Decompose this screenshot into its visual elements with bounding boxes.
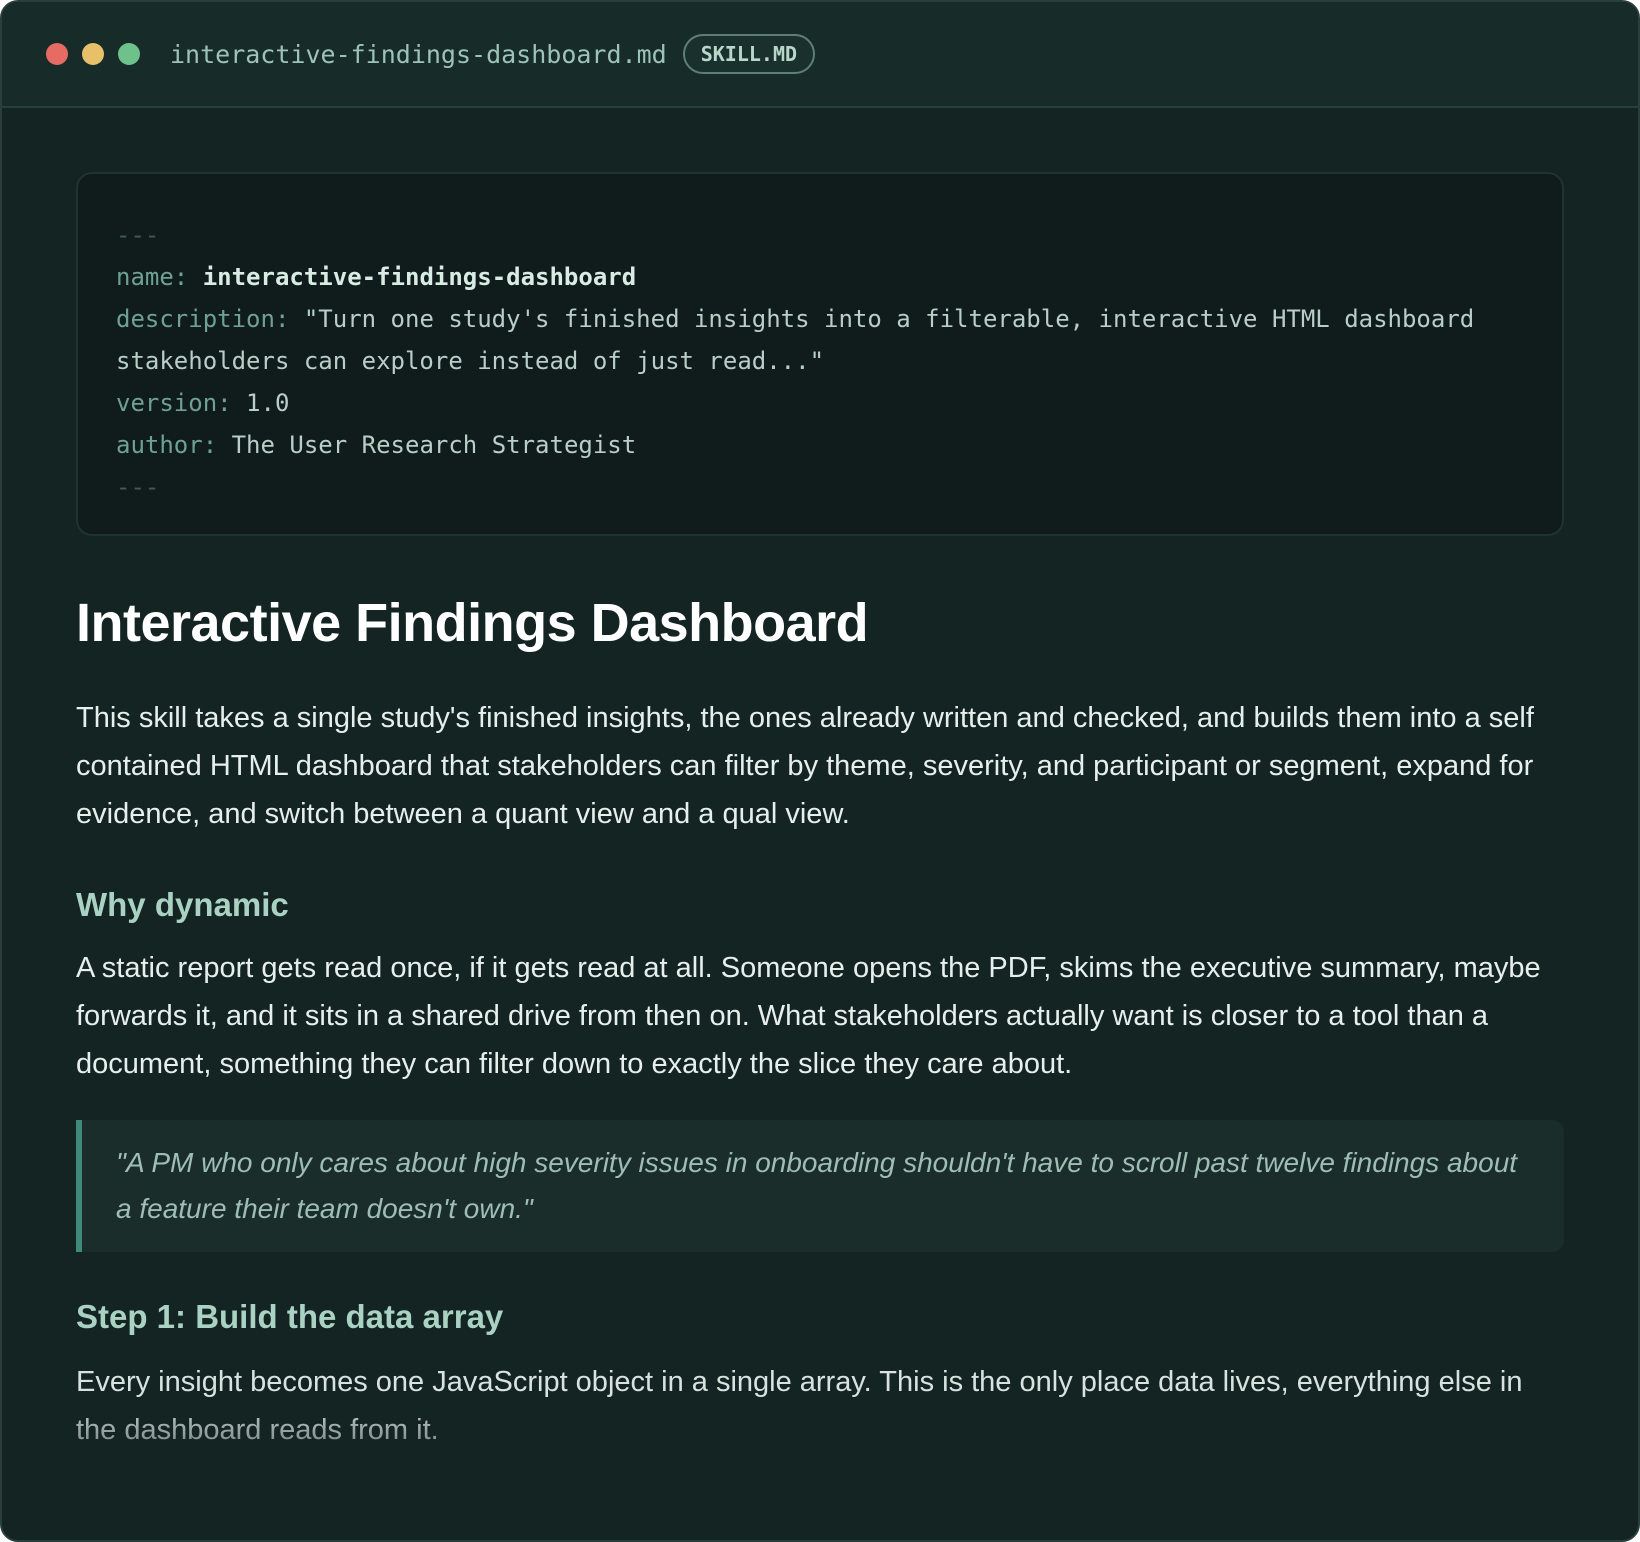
maximize-window-button[interactable] [118,43,140,65]
minimize-window-button[interactable] [82,43,104,65]
frontmatter-name-key: name: [116,263,189,291]
frontmatter-open-delimiter: --- [116,221,160,249]
frontmatter-description-value: "Turn one study's finished insights into… [116,305,1475,375]
document-content: --- name: interactive-findings-dashboard… [2,108,1638,1454]
frontmatter-name: name: interactive-findings-dashboard [116,256,1524,298]
frontmatter-author: author: The User Research Strategist [116,424,1524,466]
title-bar: interactive-findings-dashboard.md SKILL.… [2,2,1638,108]
editor-window: interactive-findings-dashboard.md SKILL.… [0,0,1640,1542]
frontmatter-version-key: version: [116,389,232,417]
frontmatter-author-key: author: [116,431,218,459]
frontmatter-version-value: 1.0 [246,389,290,417]
frontmatter-close-delimiter: --- [116,473,160,501]
pull-quote: "A PM who only cares about high severity… [76,1120,1564,1252]
intro-paragraph: This skill takes a single study's finish… [76,702,1534,830]
frontmatter-description-key: description: [116,305,290,333]
why-dynamic-paragraph: A static report gets read once, if it ge… [76,952,1541,1080]
step-1-heading: Step 1: Build the data array [76,1298,504,1335]
document-title: Interactive Findings Dashboard [76,593,869,653]
step-1-paragraph: Every insight becomes one JavaScript obj… [76,1366,1523,1446]
close-window-button[interactable] [46,43,68,65]
frontmatter-version: version: 1.0 [116,382,1524,424]
file-name: interactive-findings-dashboard.md [170,39,667,69]
frontmatter-name-value: interactive-findings-dashboard [202,263,637,291]
frontmatter-description: description: "Turn one study's finished … [116,298,1524,382]
file-type-badge: SKILL.MD [682,34,816,74]
frontmatter-block: --- name: interactive-findings-dashboard… [76,172,1564,536]
frontmatter-author-value: The User Research Strategist [231,431,637,459]
why-dynamic-heading: Why dynamic [76,886,289,923]
